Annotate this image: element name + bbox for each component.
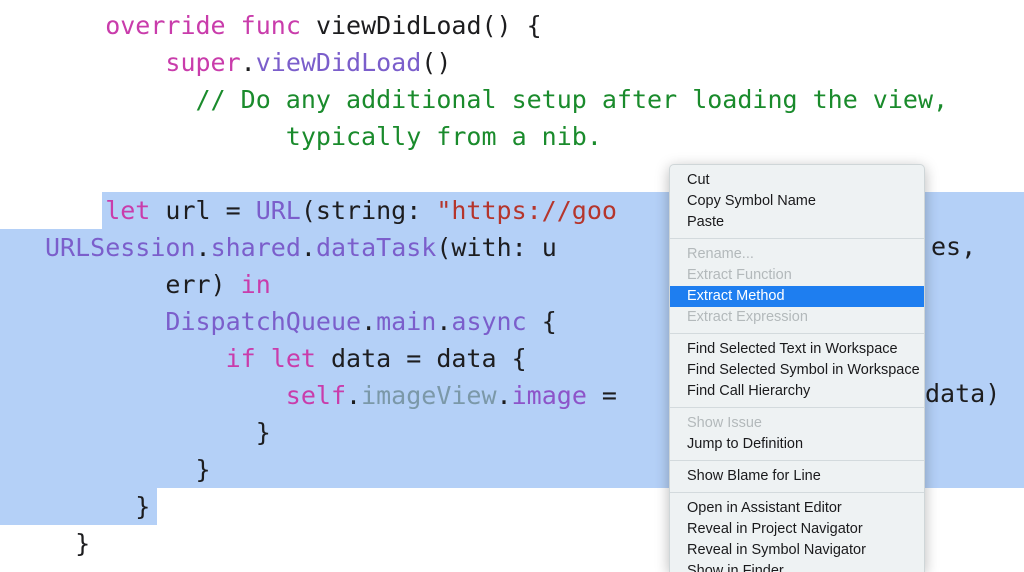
code-token: typically from a nib. xyxy=(285,122,602,151)
code-line[interactable]: // Do any additional setup after loading… xyxy=(0,81,1024,118)
code-token: url = xyxy=(150,196,256,225)
code-token: . xyxy=(436,307,452,336)
code-line[interactable]: typically from a nib. xyxy=(0,118,1024,155)
menu-item-copy-symbol-name[interactable]: Copy Symbol Name xyxy=(670,191,924,212)
code-token: . xyxy=(240,48,256,77)
code-token: async xyxy=(451,307,527,336)
menu-item-find-selected-symbol-in-workspace[interactable]: Find Selected Symbol in Workspace xyxy=(670,360,924,381)
menu-separator xyxy=(670,492,924,493)
code-token: "https://goo xyxy=(436,196,617,225)
code-token: if xyxy=(225,344,256,373)
code-token: viewDidLoad() { xyxy=(300,11,542,40)
code-token: { xyxy=(526,307,557,336)
editor-context-menu[interactable]: Cut Copy Symbol Name Paste Rename... Extract… xyxy=(669,164,925,572)
menu-item-reveal-in-project-navigator[interactable]: Reveal in Project Navigator xyxy=(670,519,924,540)
menu-item-reveal-in-symbol-navigator[interactable]: Reveal in Symbol Navigator xyxy=(670,540,924,561)
menu-separator xyxy=(670,460,924,461)
code-token: () xyxy=(421,48,452,77)
menu-item-extract-method[interactable]: Extract Method xyxy=(670,286,924,307)
code-token: let xyxy=(105,196,151,225)
menu-item-show-blame-for-line[interactable]: Show Blame for Line xyxy=(670,466,924,487)
menu-item-jump-to-definition[interactable]: Jump to Definition xyxy=(670,434,924,455)
code-token: } xyxy=(135,492,151,521)
menu-item-extract-expression: Extract Expression xyxy=(687,309,808,325)
menu-item-extract-function: Extract Function xyxy=(687,267,792,283)
menu-item-show-in-finder[interactable]: Show in Finder xyxy=(670,561,924,572)
menu-separator xyxy=(670,407,924,408)
code-token: viewDidLoad xyxy=(255,48,422,77)
code-token: (string: xyxy=(300,196,437,225)
code-token: in xyxy=(240,270,271,299)
menu-item-cut[interactable]: Cut xyxy=(670,170,924,191)
menu-item-find-selected-text-in-workspace[interactable]: Find Selected Text in Workspace xyxy=(670,339,924,360)
code-token: } xyxy=(75,529,91,558)
menu-item-open-in-assistant-editor[interactable]: Open in Assistant Editor xyxy=(670,498,924,519)
menu-separator xyxy=(670,333,924,334)
menu-item-show-issue: Show Issue xyxy=(687,415,762,431)
code-token: data = data { xyxy=(315,344,527,373)
code-token: main xyxy=(376,307,437,336)
menu-item-find-call-hierarchy[interactable]: Find Call Hierarchy xyxy=(670,381,924,402)
menu-separator xyxy=(670,238,924,239)
code-token: . xyxy=(361,307,377,336)
code-line[interactable]: super.viewDidLoad() xyxy=(0,44,1024,81)
code-line[interactable]: override func viewDidLoad() { xyxy=(0,7,1024,44)
code-token: func xyxy=(240,11,301,40)
code-token: } xyxy=(255,418,271,447)
code-token: super xyxy=(165,48,241,77)
code-token: err) xyxy=(165,270,241,299)
code-token: // Do any additional setup after loading… xyxy=(195,85,949,114)
code-token: let xyxy=(270,344,316,373)
code-token: URL xyxy=(255,196,301,225)
code-token: } xyxy=(195,455,211,484)
menu-item-rename: Rename... xyxy=(687,246,754,262)
menu-item-paste[interactable]: Paste xyxy=(670,212,924,233)
code-token: override xyxy=(105,11,226,40)
code-token: DispatchQueue xyxy=(165,307,362,336)
